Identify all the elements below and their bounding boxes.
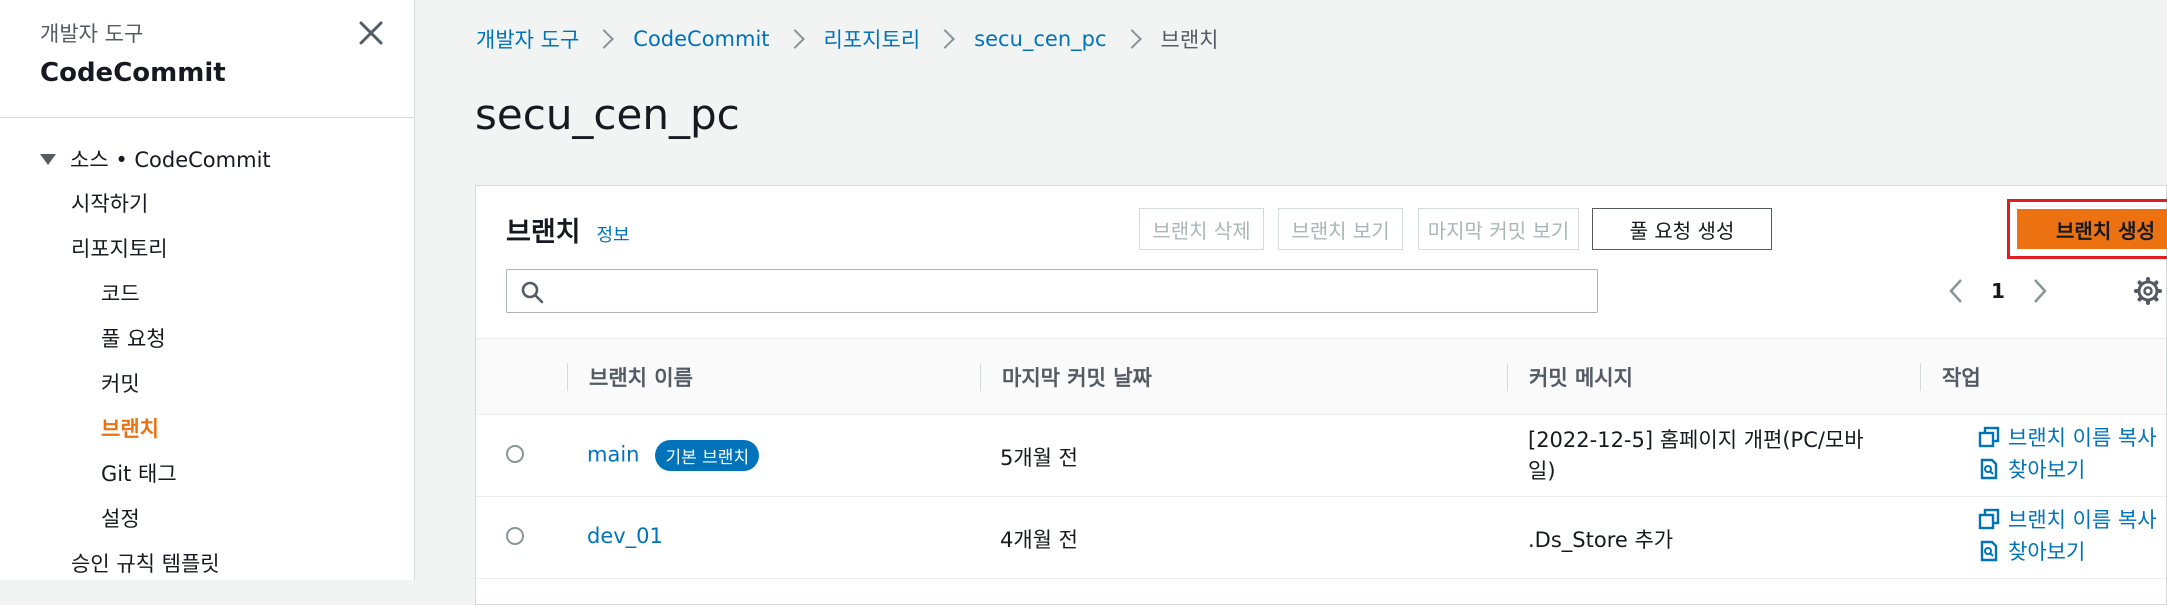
- last-commit-date: 4개월 전: [1000, 528, 1078, 552]
- row-select-radio[interactable]: [506, 527, 524, 545]
- sidebar-divider: [0, 117, 415, 118]
- table-header: 브랜치 이름 마지막 커밋 날짜 커밋 메시지 작업: [476, 338, 2166, 415]
- copy-branch-name-link[interactable]: 브랜치 이름 복사: [1978, 503, 2157, 535]
- column-header-last-commit-date[interactable]: 마지막 커밋 날짜: [980, 339, 1152, 414]
- pagination: 1: [1943, 274, 2053, 308]
- breadcrumb-repository[interactable]: secu_cen_pc: [974, 27, 1106, 51]
- sidebar: 개발자 도구 CodeCommit 소스 • CodeCommit 시작하기 리…: [0, 0, 415, 580]
- row-select-radio[interactable]: [506, 445, 524, 463]
- branches-panel: 브랜치 정보 브랜치 삭제 브랜치 보기 마지막 커밋 보기 풀 요청 생성 브…: [475, 185, 2167, 605]
- search-icon: [521, 281, 544, 304]
- file-search-icon: [1980, 458, 1998, 480]
- chevron-right-icon: [594, 29, 615, 49]
- commit-message: .Ds_Store 추가: [1528, 528, 1674, 552]
- browse-label: 찾아보기: [2008, 540, 2086, 564]
- panel-title: 브랜치: [506, 217, 581, 248]
- create-branch-button[interactable]: 브랜치 생성: [2017, 209, 2167, 249]
- column-divider: [567, 363, 568, 391]
- breadcrumb-current: 브랜치: [1160, 28, 1219, 52]
- column-divider: [1920, 363, 1921, 391]
- branch-name-cell: dev_01: [587, 524, 663, 548]
- commit-message-line: [2022-12-5] 홈페이지 개편(PC/모바: [1528, 428, 1864, 452]
- view-branch-button[interactable]: 브랜치 보기: [1278, 208, 1403, 250]
- default-branch-badge: 기본 브랜치: [655, 440, 760, 471]
- column-divider: [1507, 363, 1508, 391]
- breadcrumb-developer-tools[interactable]: 개발자 도구: [476, 24, 579, 54]
- sidebar-item-branches[interactable]: 브랜치: [40, 413, 410, 445]
- caret-down-icon: [40, 153, 56, 165]
- sidebar-item-repositories[interactable]: 리포지토리: [40, 233, 410, 265]
- chevron-right-icon: [1121, 29, 1142, 49]
- row-actions: 브랜치 이름 복사 찾아보기: [1978, 421, 2157, 485]
- column-header-label: 브랜치 이름: [589, 365, 693, 390]
- table-row: dev_01 4개월 전 .Ds_Store 추가 브랜치 이름 복사 찾아보기: [476, 497, 2166, 579]
- copy-branch-name-label: 브랜치 이름 복사: [2008, 426, 2157, 450]
- browse-link[interactable]: 찾아보기: [1978, 535, 2157, 567]
- table-row: main 기본 브랜치 5개월 전 [2022-12-5] 홈페이지 개편(PC/…: [476, 415, 2166, 497]
- sidebar-item-approval-templates[interactable]: 승인 규칙 템플릿: [40, 548, 410, 580]
- breadcrumb-codecommit[interactable]: CodeCommit: [633, 27, 769, 51]
- chevron-right-icon[interactable]: [2025, 274, 2053, 308]
- copy-icon: [1978, 508, 2000, 530]
- close-icon[interactable]: [356, 18, 386, 48]
- copy-branch-name-link[interactable]: 브랜치 이름 복사: [1978, 421, 2157, 453]
- browse-label: 찾아보기: [2008, 458, 2086, 482]
- column-header-actions: 작업: [1920, 339, 1981, 414]
- copy-icon: [1978, 426, 2000, 448]
- sidebar-item-pull-requests[interactable]: 풀 요청: [40, 323, 410, 355]
- sidebar-item-commits[interactable]: 커밋: [40, 368, 410, 400]
- breadcrumb: 개발자 도구 CodeCommit 리포지토리 secu_cen_pc 브랜치: [476, 24, 1219, 54]
- row-actions: 브랜치 이름 복사 찾아보기: [1978, 503, 2157, 567]
- commit-message: [2022-12-5] 홈페이지 개편(PC/모바 일): [1528, 425, 1864, 487]
- copy-branch-name-label: 브랜치 이름 복사: [2008, 508, 2157, 532]
- sidebar-section-label: 소스 • CodeCommit: [70, 148, 271, 172]
- sidebar-subtitle: 개발자 도구: [40, 22, 144, 46]
- highlight-box: 브랜치 생성: [2007, 199, 2167, 259]
- breadcrumb-repositories[interactable]: 리포지토리: [824, 24, 921, 54]
- column-header-branch-name[interactable]: 브랜치 이름: [567, 339, 693, 414]
- gear-icon[interactable]: [2133, 276, 2163, 306]
- column-header-commit-message[interactable]: 커밋 메시지: [1507, 339, 1633, 414]
- sidebar-item-settings[interactable]: 설정: [40, 503, 410, 535]
- search-input[interactable]: [557, 272, 1591, 310]
- chevron-right-icon: [784, 29, 805, 49]
- browse-link[interactable]: 찾아보기: [1978, 453, 2157, 485]
- last-commit-date: 5개월 전: [1000, 446, 1078, 470]
- sidebar-item-git-tags[interactable]: Git 태그: [40, 458, 410, 490]
- branch-link[interactable]: dev_01: [587, 524, 663, 548]
- create-pull-request-button[interactable]: 풀 요청 생성: [1592, 208, 1772, 250]
- sidebar-item-code[interactable]: 코드: [40, 278, 410, 310]
- sidebar-title: CodeCommit: [40, 58, 226, 88]
- view-last-commit-button[interactable]: 마지막 커밋 보기: [1418, 208, 1579, 250]
- column-header-label: 커밋 메시지: [1529, 365, 1633, 390]
- column-header-label: 마지막 커밋 날짜: [1002, 365, 1152, 390]
- page-title: secu_cen_pc: [475, 90, 740, 139]
- panel-header: 브랜치 정보: [506, 210, 630, 249]
- sidebar-section-source[interactable]: 소스 • CodeCommit: [40, 143, 410, 175]
- branches-table: 브랜치 이름 마지막 커밋 날짜 커밋 메시지 작업 main 기본 브랜치 5개…: [476, 338, 2166, 579]
- commit-message-line: 일): [1528, 459, 1556, 483]
- search-box[interactable]: [506, 269, 1598, 313]
- page-number[interactable]: 1: [1991, 279, 2005, 303]
- info-link[interactable]: 정보: [597, 221, 630, 247]
- sidebar-nav: 소스 • CodeCommit 시작하기 리포지토리 코드 풀 요청 커밋 브랜…: [40, 143, 410, 593]
- file-search-icon: [1980, 540, 1998, 562]
- chevron-left-icon[interactable]: [1943, 274, 1971, 308]
- sidebar-item-getting-started[interactable]: 시작하기: [40, 188, 410, 220]
- sidebar-header: 개발자 도구 CodeCommit: [40, 18, 226, 88]
- column-header-label: 작업: [1942, 365, 1981, 390]
- delete-branch-button[interactable]: 브랜치 삭제: [1139, 208, 1264, 250]
- chevron-right-icon: [935, 29, 956, 49]
- branch-name-cell: main 기본 브랜치: [587, 440, 760, 471]
- main-content: 개발자 도구 CodeCommit 리포지토리 secu_cen_pc 브랜치 …: [415, 0, 2167, 605]
- branch-link[interactable]: main: [587, 443, 639, 467]
- column-divider: [980, 363, 981, 391]
